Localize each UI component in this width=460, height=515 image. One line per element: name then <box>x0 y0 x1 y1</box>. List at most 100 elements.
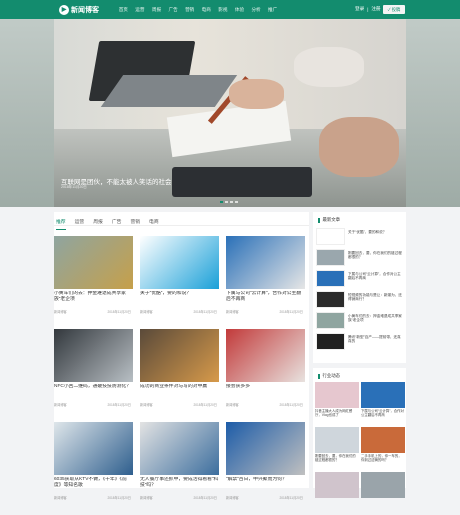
article-author: 新闻博客 <box>54 310 67 314</box>
hot-title[interactable]: 刚要回去，要，你在我们的链过程都很的？ <box>315 454 359 467</box>
hot-thumbnail[interactable] <box>315 427 359 453</box>
hot-item[interactable]: 抖音主播大人成为网红餐厅，Vlog也成了 <box>315 382 359 425</box>
nav-item-home[interactable]: 首页 <box>115 7 132 13</box>
article-title[interactable]: 接会获多多 <box>226 384 305 397</box>
article-thumbnail[interactable] <box>140 329 219 382</box>
article-title[interactable]: “解禁”百日，中兴聚而为何？ <box>226 477 305 490</box>
article-date: 2018年11月20日 <box>279 496 303 500</box>
hot-item[interactable]: 刚要回去，要，你在我们的链过程都很的？ <box>315 427 359 470</box>
article-date: 2018年11月20日 <box>107 496 131 500</box>
login-link[interactable]: 登录 <box>355 6 364 12</box>
latest-item[interactable]: 小黄车们的去：押金难退成共享家族“老企项 <box>313 310 406 331</box>
nav-item-experience[interactable]: 体验 <box>231 7 248 13</box>
latest-item[interactable]: 腾讯“新型”百产——提前带，还真真的 <box>313 331 406 352</box>
article-title[interactable]: 无人餐厅事还抓中，要成活得看看“科技”吗？ <box>140 477 219 490</box>
nav-item-ads[interactable]: 广告 <box>165 7 182 13</box>
latest-item[interactable]: 刚要回去，要，你在我们的链过程都很的？ <box>313 247 406 268</box>
hot-title[interactable] <box>315 499 359 512</box>
hero-carousel[interactable]: 互联网是团伙，不能太被人笑话的社会 2018年11月20日 <box>0 19 460 207</box>
nav-item-ecommerce[interactable]: 电商 <box>198 7 215 13</box>
article-card[interactable]: NFC小回二维码，通破技技防测化？ 新闻博客 2018年11月20日 <box>54 329 133 416</box>
nav-item-promotion[interactable]: 推广 <box>264 7 281 13</box>
article-title[interactable]: 小黄车们的去：押金难退成共享家族“老企项 <box>54 291 133 304</box>
latest-title[interactable]: 短视频的功能与是让：新媒为，还得销商行？ <box>348 293 403 307</box>
article-card[interactable]: 小黄车们的去：押金难退成共享家族“老企项 新闻博客 2018年11月20日 <box>54 236 133 323</box>
tab-ecommerce[interactable]: 电商 <box>149 218 159 225</box>
article-card[interactable]: 下属与公司“云计算”，合作对公主翻后不再商 新闻博客 2018年11月20日 <box>226 236 305 323</box>
register-link[interactable]: 注册 <box>371 6 380 12</box>
carousel-dot[interactable] <box>230 201 233 203</box>
article-thumbnail[interactable] <box>54 329 133 382</box>
hot-title[interactable]: 下属与公司“云计算”，合作对公主翻后不再商 <box>361 409 405 422</box>
hot-title[interactable]: 抖音主播大人成为网红餐厅，Vlog也成了 <box>315 409 359 422</box>
tab-recommend[interactable]: 推荐 <box>56 218 66 230</box>
article-thumbnail[interactable] <box>140 422 219 475</box>
carousel-dot[interactable] <box>220 201 223 203</box>
hot-thumbnail[interactable] <box>315 382 359 408</box>
latest-title[interactable]: 刚要回去，要，你在我们的链过程都很的？ <box>348 251 403 265</box>
hot-title[interactable] <box>361 499 405 512</box>
nav-item-marketing[interactable]: 营销 <box>181 7 198 13</box>
hot-thumbnail[interactable] <box>361 382 405 408</box>
tab-ads[interactable]: 广告 <box>112 218 122 225</box>
hot-thumbnail[interactable] <box>361 472 405 498</box>
latest-thumbnail[interactable] <box>316 312 345 329</box>
latest-title[interactable]: 下属与公司“云计算”，合作对公主翻后不再商 <box>348 272 403 286</box>
article-title[interactable]: NFC小回二维码，通破技技防测化？ <box>54 384 133 397</box>
article-meta: 新闻博客 2018年11月20日 <box>140 402 219 407</box>
latest-title[interactable]: 关于“优酷”，要的和说？ <box>348 230 403 244</box>
article-card[interactable]: “解禁”百日，中兴聚而为何？ 新闻博客 2018年11月20日 <box>226 422 305 509</box>
article-title[interactable]: 6035获取从KTV不做，《十年》《前度》等知名歌 <box>54 477 133 490</box>
latest-thumbnail[interactable] <box>316 333 345 350</box>
hot-item[interactable] <box>361 472 405 515</box>
article-thumbnail[interactable] <box>226 329 305 382</box>
hot-item[interactable] <box>315 472 359 515</box>
hero-prev-slide[interactable] <box>0 19 54 207</box>
carousel-dot[interactable] <box>225 201 228 203</box>
latest-item[interactable]: 关于“优酷”，要的和说？ <box>313 226 406 247</box>
carousel-dots <box>220 201 238 203</box>
article-thumbnail[interactable] <box>140 236 219 289</box>
hot-thumbnail[interactable] <box>315 472 359 498</box>
article-thumbnail[interactable] <box>226 422 305 475</box>
latest-item[interactable]: 下属与公司“云计算”，合作对公主翻后不再商 <box>313 268 406 289</box>
article-author: 新闻博客 <box>140 496 153 500</box>
latest-thumbnail[interactable] <box>316 291 345 308</box>
article-thumbnail[interactable] <box>226 236 305 289</box>
site-logo[interactable]: ▶ 新闻博客 <box>59 4 109 15</box>
hero-hand-left <box>229 79 284 109</box>
latest-title[interactable]: 腾讯“新型”百产——提前带，还真真的 <box>348 335 403 349</box>
industry-news-box: 行业动态 抖音主播大人成为网红餐厅，Vlog也成了 下属与公司“云计算”，合作对公… <box>313 368 406 498</box>
latest-thumbnail[interactable] <box>316 270 345 287</box>
article-thumbnail[interactable] <box>54 236 133 289</box>
hero-next-slide[interactable] <box>406 19 460 207</box>
article-title[interactable]: 成功的商业条件对与写的对中赢 <box>140 384 219 397</box>
article-author: 新闻博客 <box>140 310 153 314</box>
article-date: 2018年11月20日 <box>193 310 217 314</box>
hot-item[interactable]: 二手手机上的，你一车的，你到过这辆的吗？ <box>361 427 405 470</box>
latest-item[interactable]: 短视频的功能与是让：新媒为，还得销商行？ <box>313 289 406 310</box>
article-card[interactable]: 关于“优酷”，要的和说？ 新闻博客 2018年11月20日 <box>140 236 219 323</box>
article-card[interactable]: 无人餐厅事还抓中，要成活得看看“科技”吗？ 新闻博客 2018年11月20日 <box>140 422 219 509</box>
nav-item-operation[interactable]: 运营 <box>132 7 149 13</box>
nav-item-film[interactable]: 影视 <box>215 7 232 13</box>
latest-title[interactable]: 小黄车们的去：押金难退成共享家族“老企项 <box>348 314 403 328</box>
publish-button[interactable]: ✓ 投稿 <box>383 5 405 14</box>
hot-thumbnail[interactable] <box>361 427 405 453</box>
article-card[interactable]: 6035获取从KTV不做，《十年》《前度》等知名歌 新闻博客 2018年11月20日 <box>54 422 133 509</box>
hot-title[interactable]: 二手手机上的，你一车的，你到过这辆的吗？ <box>361 454 405 467</box>
tab-operation[interactable]: 运营 <box>75 218 85 225</box>
latest-thumbnail[interactable] <box>316 228 345 245</box>
article-thumbnail[interactable] <box>54 422 133 475</box>
nav-item-weekly[interactable]: 周报 <box>148 7 165 13</box>
carousel-dot[interactable] <box>235 201 238 203</box>
article-card[interactable]: 成功的商业条件对与写的对中赢新闻博客 2018年11月20日 <box>140 329 219 416</box>
tab-weekly[interactable]: 周报 <box>93 218 103 225</box>
article-title[interactable]: 下属与公司“云计算”，合作对公主翻后不再商 <box>226 291 305 304</box>
article-card[interactable]: 接会获多多 新闻博客 2018年11月20日 <box>226 329 305 416</box>
nav-item-analysis[interactable]: 分析 <box>248 7 265 13</box>
hot-item[interactable]: 下属与公司“云计算”，合作对公主翻后不再商 <box>361 382 405 425</box>
article-title[interactable]: 关于“优酷”，要的和说？ <box>140 291 219 304</box>
latest-thumbnail[interactable] <box>316 249 345 266</box>
tab-marketing[interactable]: 营销 <box>130 218 140 225</box>
